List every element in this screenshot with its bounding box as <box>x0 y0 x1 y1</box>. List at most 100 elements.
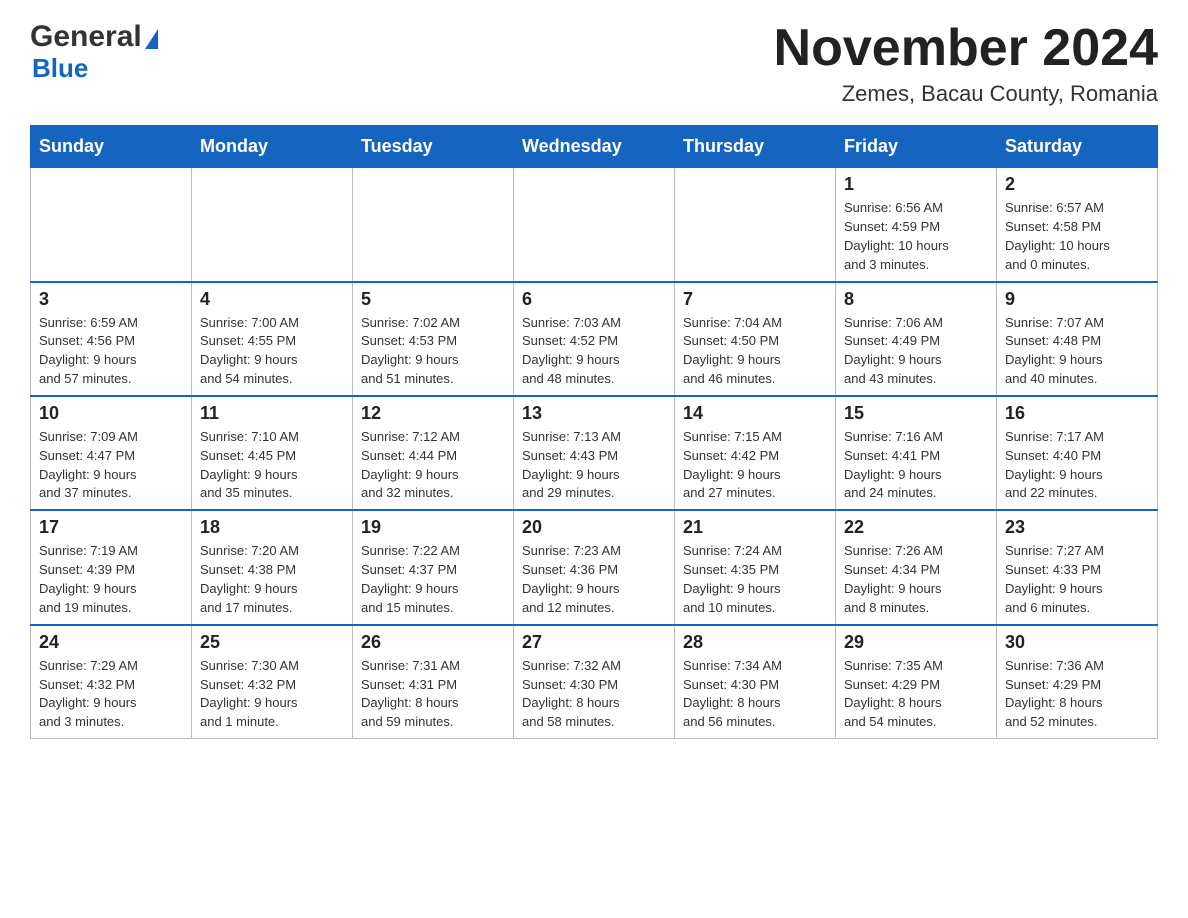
calendar-cell: 18 Sunrise: 7:20 AM Sunset: 4:38 PM Dayli… <box>192 510 353 624</box>
day-number: 1 <box>844 174 988 195</box>
day-info: Sunrise: 7:16 AM Sunset: 4:41 PM Dayligh… <box>844 428 988 503</box>
day-number: 20 <box>522 517 666 538</box>
day-number: 23 <box>1005 517 1149 538</box>
day-number: 19 <box>361 517 505 538</box>
day-info: Sunrise: 6:56 AM Sunset: 4:59 PM Dayligh… <box>844 199 988 274</box>
day-info: Sunrise: 7:13 AM Sunset: 4:43 PM Dayligh… <box>522 428 666 503</box>
calendar-header-sunday: Sunday <box>31 126 192 168</box>
day-info: Sunrise: 7:09 AM Sunset: 4:47 PM Dayligh… <box>39 428 183 503</box>
day-number: 24 <box>39 632 183 653</box>
page-header: General Blue November 2024 Zemes, Bacau … <box>30 20 1158 107</box>
day-info: Sunrise: 6:57 AM Sunset: 4:58 PM Dayligh… <box>1005 199 1149 274</box>
calendar-cell: 28Sunrise: 7:34 AM Sunset: 4:30 PM Dayli… <box>675 625 836 739</box>
day-info: Sunrise: 7:30 AM Sunset: 4:32 PM Dayligh… <box>200 657 344 732</box>
calendar-cell: 11 Sunrise: 7:10 AM Sunset: 4:45 PM Dayli… <box>192 396 353 510</box>
calendar-cell: 16 Sunrise: 7:17 AM Sunset: 4:40 PM Dayli… <box>997 396 1158 510</box>
day-number: 2 <box>1005 174 1149 195</box>
day-info: Sunrise: 7:12 AM Sunset: 4:44 PM Dayligh… <box>361 428 505 503</box>
day-number: 27 <box>522 632 666 653</box>
day-info: Sunrise: 7:34 AM Sunset: 4:30 PM Dayligh… <box>683 657 827 732</box>
day-number: 4 <box>200 289 344 310</box>
calendar-week-row: 17 Sunrise: 7:19 AM Sunset: 4:39 PM Dayli… <box>31 510 1158 624</box>
day-info: Sunrise: 7:35 AM Sunset: 4:29 PM Dayligh… <box>844 657 988 732</box>
logo-triangle-icon <box>145 29 158 49</box>
day-info: Sunrise: 7:27 AM Sunset: 4:33 PM Dayligh… <box>1005 542 1149 617</box>
calendar-cell: 30 Sunrise: 7:36 AM Sunset: 4:29 PM Dayli… <box>997 625 1158 739</box>
day-info: Sunrise: 7:29 AM Sunset: 4:32 PM Dayligh… <box>39 657 183 732</box>
calendar-week-row: 1 Sunrise: 6:56 AM Sunset: 4:59 PM Daylig… <box>31 168 1158 282</box>
day-number: 30 <box>1005 632 1149 653</box>
calendar-cell: 6 Sunrise: 7:03 AM Sunset: 4:52 PM Daylig… <box>514 282 675 396</box>
calendar-cell: 8Sunrise: 7:06 AM Sunset: 4:49 PM Daylig… <box>836 282 997 396</box>
calendar-cell: 1 Sunrise: 6:56 AM Sunset: 4:59 PM Daylig… <box>836 168 997 282</box>
logo-blue: Blue <box>32 54 88 83</box>
calendar-cell: 17 Sunrise: 7:19 AM Sunset: 4:39 PM Dayli… <box>31 510 192 624</box>
day-number: 5 <box>361 289 505 310</box>
day-number: 26 <box>361 632 505 653</box>
day-number: 29 <box>844 632 988 653</box>
calendar-table: SundayMondayTuesdayWednesdayThursdayFrid… <box>30 125 1158 739</box>
day-info: Sunrise: 7:04 AM Sunset: 4:50 PM Dayligh… <box>683 314 827 389</box>
day-number: 15 <box>844 403 988 424</box>
calendar-cell: 5 Sunrise: 7:02 AM Sunset: 4:53 PM Daylig… <box>353 282 514 396</box>
calendar-cell: 24 Sunrise: 7:29 AM Sunset: 4:32 PM Dayli… <box>31 625 192 739</box>
calendar-cell: 13Sunrise: 7:13 AM Sunset: 4:43 PM Dayli… <box>514 396 675 510</box>
day-info: Sunrise: 7:36 AM Sunset: 4:29 PM Dayligh… <box>1005 657 1149 732</box>
calendar-cell <box>353 168 514 282</box>
day-info: Sunrise: 7:03 AM Sunset: 4:52 PM Dayligh… <box>522 314 666 389</box>
calendar-cell: 15 Sunrise: 7:16 AM Sunset: 4:41 PM Dayli… <box>836 396 997 510</box>
day-number: 6 <box>522 289 666 310</box>
day-number: 21 <box>683 517 827 538</box>
day-info: Sunrise: 7:31 AM Sunset: 4:31 PM Dayligh… <box>361 657 505 732</box>
calendar-cell: 19 Sunrise: 7:22 AM Sunset: 4:37 PM Dayli… <box>353 510 514 624</box>
calendar-header-saturday: Saturday <box>997 126 1158 168</box>
calendar-header-monday: Monday <box>192 126 353 168</box>
title-area: November 2024 Zemes, Bacau County, Roman… <box>774 20 1158 107</box>
day-number: 9 <box>1005 289 1149 310</box>
calendar-header-friday: Friday <box>836 126 997 168</box>
calendar-cell: 3 Sunrise: 6:59 AM Sunset: 4:56 PM Daylig… <box>31 282 192 396</box>
calendar-cell: 20 Sunrise: 7:23 AM Sunset: 4:36 PM Dayli… <box>514 510 675 624</box>
day-info: Sunrise: 7:20 AM Sunset: 4:38 PM Dayligh… <box>200 542 344 617</box>
calendar-cell: 26 Sunrise: 7:31 AM Sunset: 4:31 PM Dayli… <box>353 625 514 739</box>
day-number: 3 <box>39 289 183 310</box>
day-number: 12 <box>361 403 505 424</box>
day-number: 18 <box>200 517 344 538</box>
calendar-cell: 23 Sunrise: 7:27 AM Sunset: 4:33 PM Dayli… <box>997 510 1158 624</box>
calendar-cell: 4 Sunrise: 7:00 AM Sunset: 4:55 PM Daylig… <box>192 282 353 396</box>
calendar-cell <box>514 168 675 282</box>
day-number: 17 <box>39 517 183 538</box>
calendar-week-row: 24 Sunrise: 7:29 AM Sunset: 4:32 PM Dayli… <box>31 625 1158 739</box>
day-number: 7 <box>683 289 827 310</box>
day-info: Sunrise: 7:15 AM Sunset: 4:42 PM Dayligh… <box>683 428 827 503</box>
day-number: 22 <box>844 517 988 538</box>
day-info: Sunrise: 7:23 AM Sunset: 4:36 PM Dayligh… <box>522 542 666 617</box>
calendar-week-row: 3 Sunrise: 6:59 AM Sunset: 4:56 PM Daylig… <box>31 282 1158 396</box>
day-info: Sunrise: 7:19 AM Sunset: 4:39 PM Dayligh… <box>39 542 183 617</box>
day-info: Sunrise: 7:22 AM Sunset: 4:37 PM Dayligh… <box>361 542 505 617</box>
calendar-header-row: SundayMondayTuesdayWednesdayThursdayFrid… <box>31 126 1158 168</box>
day-number: 11 <box>200 403 344 424</box>
logo-general: General <box>30 20 142 54</box>
calendar-cell: 22 Sunrise: 7:26 AM Sunset: 4:34 PM Dayli… <box>836 510 997 624</box>
day-info: Sunrise: 7:00 AM Sunset: 4:55 PM Dayligh… <box>200 314 344 389</box>
calendar-cell <box>192 168 353 282</box>
calendar-cell: 14 Sunrise: 7:15 AM Sunset: 4:42 PM Dayli… <box>675 396 836 510</box>
calendar-cell: 21 Sunrise: 7:24 AM Sunset: 4:35 PM Dayli… <box>675 510 836 624</box>
day-info: Sunrise: 7:02 AM Sunset: 4:53 PM Dayligh… <box>361 314 505 389</box>
calendar-cell: 25 Sunrise: 7:30 AM Sunset: 4:32 PM Dayli… <box>192 625 353 739</box>
day-number: 14 <box>683 403 827 424</box>
day-number: 8 <box>844 289 988 310</box>
day-info: Sunrise: 7:07 AM Sunset: 4:48 PM Dayligh… <box>1005 314 1149 389</box>
calendar-cell <box>31 168 192 282</box>
day-number: 10 <box>39 403 183 424</box>
day-number: 16 <box>1005 403 1149 424</box>
day-info: Sunrise: 7:17 AM Sunset: 4:40 PM Dayligh… <box>1005 428 1149 503</box>
day-info: Sunrise: 7:10 AM Sunset: 4:45 PM Dayligh… <box>200 428 344 503</box>
day-info: Sunrise: 6:59 AM Sunset: 4:56 PM Dayligh… <box>39 314 183 389</box>
day-info: Sunrise: 7:24 AM Sunset: 4:35 PM Dayligh… <box>683 542 827 617</box>
day-number: 25 <box>200 632 344 653</box>
calendar-header-tuesday: Tuesday <box>353 126 514 168</box>
day-info: Sunrise: 7:32 AM Sunset: 4:30 PM Dayligh… <box>522 657 666 732</box>
day-info: Sunrise: 7:26 AM Sunset: 4:34 PM Dayligh… <box>844 542 988 617</box>
